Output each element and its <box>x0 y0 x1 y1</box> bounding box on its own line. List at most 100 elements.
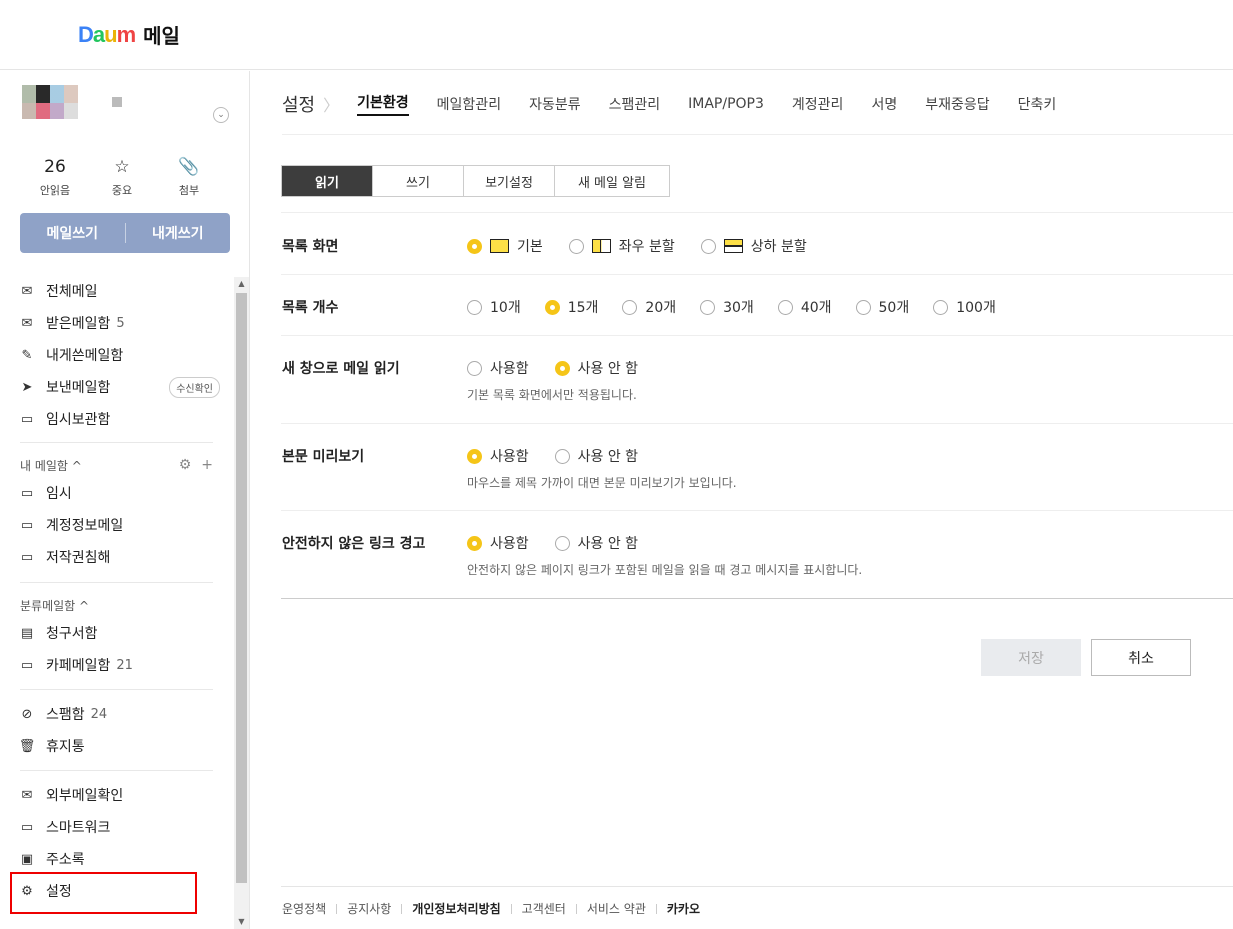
cancel-button[interactable]: 취소 <box>1091 639 1191 676</box>
radio[interactable] <box>467 448 482 464</box>
tab-general[interactable]: 기본환경 <box>357 92 409 116</box>
chevron-down-icon[interactable]: ⌄ <box>213 107 229 123</box>
radio[interactable] <box>933 299 949 315</box>
layout-full-icon <box>490 239 509 253</box>
tab-spam[interactable]: 스팸관리 <box>609 94 661 114</box>
folder-spam[interactable]: ⊘ 스팸함 24 <box>20 702 220 726</box>
radio[interactable] <box>622 299 638 315</box>
radio[interactable] <box>777 299 793 315</box>
footer-link-privacy[interactable]: 개인정보처리방침 <box>412 900 500 917</box>
tab-shortcuts[interactable]: 단축키 <box>1018 94 1057 114</box>
subtab-notify[interactable]: 새 메일 알림 <box>555 166 669 196</box>
preview-off[interactable]: 사용 안 함 <box>554 446 638 466</box>
radio[interactable] <box>554 360 570 376</box>
subtab-read[interactable]: 읽기 <box>282 166 373 196</box>
option-label: 50개 <box>878 300 910 316</box>
folder-inbox[interactable]: ✉ 받은메일함 5 <box>20 311 220 335</box>
radio[interactable] <box>544 299 560 315</box>
footer-link-kakao[interactable]: 카카오 <box>667 900 700 917</box>
unread-count: 5 <box>116 315 125 331</box>
tab-auto-reply[interactable]: 부재중응답 <box>925 94 989 114</box>
save-button[interactable]: 저장 <box>981 639 1081 676</box>
list-view-split-lr[interactable]: 좌우 분할 <box>568 236 675 256</box>
settings-tabs: 설정 〉 기본환경 메일함관리 자동분류 스팸관리 IMAP/POP3 계정관리… <box>282 91 1084 117</box>
footer-link-policy[interactable]: 운영정책 <box>282 900 326 917</box>
folder-trash[interactable]: 🗑 휴지통 <box>19 734 220 758</box>
my-mailbox-header[interactable]: 내 메일함 ^ ⚙ + <box>20 455 213 475</box>
gear-icon[interactable]: ⚙ <box>179 457 192 473</box>
radio[interactable] <box>568 238 584 254</box>
footer-link-support[interactable]: 고객센터 <box>522 900 566 917</box>
radio[interactable] <box>700 238 716 254</box>
preview-on[interactable]: 사용함 <box>467 446 529 466</box>
subtab-write[interactable]: 쓰기 <box>373 166 464 196</box>
radio[interactable] <box>467 535 482 551</box>
compose-button[interactable]: 메일쓰기 <box>20 223 125 243</box>
folder-drafts[interactable]: ▭ 임시보관함 <box>20 407 220 431</box>
subtabs: 읽기 쓰기 보기설정 새 메일 알림 <box>281 165 670 197</box>
radio[interactable] <box>467 360 482 376</box>
count-50[interactable]: 50개 <box>855 297 910 317</box>
scroll-down-icon[interactable]: ▼ <box>234 915 249 929</box>
logo[interactable]: Daum 메일 <box>78 20 180 49</box>
folder-copyright[interactable]: ▭ 저작권침해 <box>20 545 220 569</box>
footer: 운영정책 공지사항 개인정보처리방침 고객센터 서비스 약관 카카오 <box>282 900 700 917</box>
folder-temp[interactable]: ▭ 임시 <box>20 481 220 505</box>
radio[interactable] <box>700 299 716 315</box>
classified-mailbox-header[interactable]: 분류메일함 ^ <box>20 595 213 615</box>
option-label: 상하 분할 <box>750 239 807 255</box>
plus-icon[interactable]: + <box>201 457 213 473</box>
read-receipt-badge[interactable]: 수신확인 <box>169 377 220 398</box>
profile[interactable]: ⌄ <box>22 85 232 141</box>
quick-attach[interactable]: 📎 첨부 <box>156 156 222 198</box>
contacts-icon: ▣ <box>20 851 34 867</box>
external-mail[interactable]: ✉ 외부메일확인 <box>20 783 220 807</box>
divider <box>281 510 1233 511</box>
tab-mailbox[interactable]: 메일함관리 <box>437 94 501 114</box>
sidebar-scrollbar[interactable]: ▲ ▼ <box>234 277 249 929</box>
unsafe-link-desc: 안전하지 않은 페이지 링크가 포함된 메일을 읽을 때 경고 메시지를 표시합… <box>467 563 863 577</box>
count-15[interactable]: 15개 <box>544 297 598 317</box>
list-count-options: 10개 15개 20개 30개 40개 50개 100개 <box>467 297 996 317</box>
count-30[interactable]: 30개 <box>700 297 754 317</box>
tab-signature[interactable]: 서명 <box>871 94 897 114</box>
count-100[interactable]: 100개 <box>933 297 996 317</box>
quick-unread[interactable]: 26 안읽음 <box>22 156 88 198</box>
smartwork[interactable]: ▭ 스마트워크 <box>20 815 220 839</box>
folder-all[interactable]: ✉ 전체메일 <box>20 279 220 303</box>
radio[interactable] <box>554 448 570 464</box>
count-20[interactable]: 20개 <box>622 297 676 317</box>
folder-bills[interactable]: ▤ 청구서함 <box>20 621 220 645</box>
footer-link-terms[interactable]: 서비스 약관 <box>587 900 646 917</box>
folder-sent[interactable]: ➤ 보낸메일함 수신확인 <box>20 375 220 399</box>
list-view-split-tb[interactable]: 상하 분할 <box>700 236 807 256</box>
quick-starred[interactable]: ☆ 중요 <box>89 156 155 198</box>
folder-label: 스팸함 <box>46 707 85 723</box>
write-to-self-button[interactable]: 내게쓰기 <box>126 223 231 243</box>
scroll-thumb[interactable] <box>236 293 247 883</box>
tab-imap[interactable]: IMAP/POP3 <box>688 96 764 112</box>
unread-count: 26 <box>44 157 66 177</box>
scroll-up-icon[interactable]: ▲ <box>234 277 249 291</box>
address-book[interactable]: ▣ 주소록 <box>20 847 220 871</box>
subtab-view[interactable]: 보기설정 <box>464 166 555 196</box>
divider <box>336 903 338 914</box>
footer-link-notice[interactable]: 공지사항 <box>347 900 391 917</box>
tab-account[interactable]: 계정관리 <box>792 94 844 114</box>
radio[interactable] <box>467 299 482 315</box>
radio[interactable] <box>554 535 570 551</box>
list-view-default[interactable]: 기본 <box>467 236 543 256</box>
folder-account-info[interactable]: ▭ 계정정보메일 <box>20 513 220 537</box>
count-40[interactable]: 40개 <box>777 297 832 317</box>
count-10[interactable]: 10개 <box>467 297 521 317</box>
folder-cafe[interactable]: ▭ 카페메일함 21 <box>20 653 220 677</box>
radio[interactable] <box>855 299 871 315</box>
tab-filters[interactable]: 자동분류 <box>529 94 581 114</box>
folder-self[interactable]: ✎ 내게쓴메일함 <box>20 343 220 367</box>
new-window-off[interactable]: 사용 안 함 <box>554 358 638 378</box>
unsafe-link-off[interactable]: 사용 안 함 <box>554 533 638 553</box>
new-window-on[interactable]: 사용함 <box>467 358 529 378</box>
unsafe-link-on[interactable]: 사용함 <box>467 533 529 553</box>
unsafe-link-label: 안전하지 않은 링크 경고 <box>282 536 426 552</box>
radio[interactable] <box>467 238 482 254</box>
